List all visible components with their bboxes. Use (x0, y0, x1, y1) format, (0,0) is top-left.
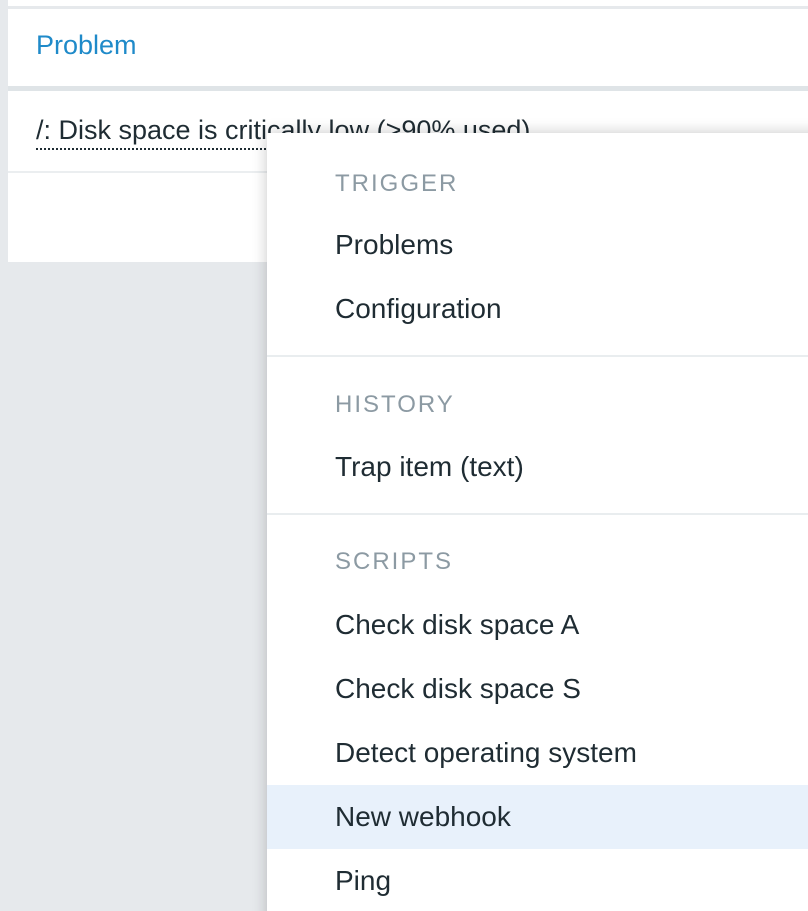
table-top-divider (8, 6, 808, 9)
menu-divider (267, 513, 808, 515)
menu-divider (267, 355, 808, 357)
menu-item-trap-item[interactable]: Trap item (text) (267, 435, 808, 499)
menu-item-ping[interactable]: Ping (267, 849, 808, 911)
menu-item-check-disk-space-a[interactable]: Check disk space A (267, 593, 808, 657)
header-divider (8, 86, 808, 91)
menu-item-new-webhook[interactable]: New webhook (267, 785, 808, 849)
menu-section-history: HISTORY (335, 391, 455, 418)
menu-item-check-disk-space-s[interactable]: Check disk space S (267, 657, 808, 721)
menu-section-scripts: SCRIPTS (335, 548, 454, 575)
context-menu: TRIGGER Problems Configuration HISTORY T… (267, 133, 808, 911)
menu-section-trigger: TRIGGER (335, 170, 459, 197)
menu-item-configuration[interactable]: Configuration (267, 277, 808, 341)
menu-item-detect-os[interactable]: Detect operating system (267, 721, 808, 785)
menu-item-problems[interactable]: Problems (267, 213, 808, 277)
page: Problem /: Disk space is critically low … (0, 0, 808, 911)
column-header-problem[interactable]: Problem (36, 28, 137, 62)
